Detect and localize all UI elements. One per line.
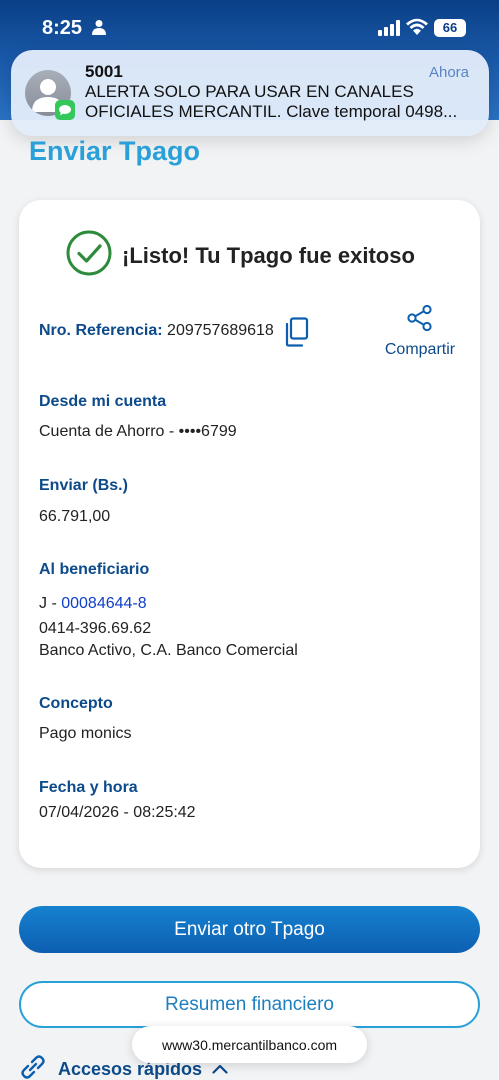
cellular-signal-icon xyxy=(378,20,400,41)
beneficiary-phone: 0414-396.69.62 xyxy=(39,620,152,637)
datetime-label: Fecha y hora xyxy=(39,779,138,796)
beneficiary-id-link[interactable]: 00084644-8 xyxy=(61,595,146,612)
beneficiary-label: Al beneficiario xyxy=(39,561,150,578)
browser-url-pill[interactable]: www30.mercantilbanco.com xyxy=(132,1026,367,1063)
success-message: ¡Listo! Tu Tpago fue exitoso xyxy=(122,242,415,268)
receipt-card: ¡Listo! Tu Tpago fue exitoso Nro. Refere… xyxy=(19,200,480,868)
messages-app-icon xyxy=(55,100,75,125)
success-banner: ¡Listo! Tu Tpago fue exitoso xyxy=(66,230,415,281)
concept-label: Concepto xyxy=(39,695,113,712)
wifi-icon xyxy=(406,18,428,41)
share-button[interactable]: Compartir xyxy=(381,304,459,359)
beneficiary-bank: Banco Activo, C.A. Banco Comercial xyxy=(39,642,298,659)
status-time: 8:25 xyxy=(42,17,83,39)
concept-value: Pago monics xyxy=(39,725,132,742)
datetime-value: 07/04/2026 - 08:25:42 xyxy=(39,804,196,821)
reference-number: 209757689618 xyxy=(167,322,274,339)
reference-label: Nro. Referencia: xyxy=(39,322,163,339)
reference-row: Nro. Referencia: 209757689618 xyxy=(39,322,274,340)
link-icon xyxy=(18,1052,48,1080)
beneficiary-id-row: J - 00084644-8 xyxy=(39,595,147,613)
notification-message: ALERTA SOLO PARA USAR EN CANALES OFICIAL… xyxy=(85,82,458,121)
checkmark-circle-icon xyxy=(66,230,112,281)
sms-notification-banner[interactable]: 5001 Ahora ALERTA SOLO PARA USAR EN CANA… xyxy=(11,50,489,136)
copy-icon[interactable] xyxy=(284,317,310,352)
notification-time: Ahora xyxy=(428,64,469,81)
from-account-label: Desde mi cuenta xyxy=(39,393,167,410)
person-icon xyxy=(92,19,106,40)
share-icon xyxy=(406,304,434,336)
send-another-tpago-button[interactable]: Enviar otro Tpago xyxy=(19,906,480,953)
amount-value: 66.791,00 xyxy=(39,508,111,525)
status-bar: 8:25 66 xyxy=(0,0,499,56)
from-account-value: Cuenta de Ahorro - ••••6799 xyxy=(39,423,237,440)
battery-icon: 66 xyxy=(434,19,466,37)
amount-label: Enviar (Bs.) xyxy=(39,477,128,494)
financial-summary-button[interactable]: Resumen financiero xyxy=(19,981,480,1028)
notification-sender: 5001 xyxy=(85,62,123,81)
page-title: Enviar Tpago xyxy=(29,136,201,166)
chevron-up-icon xyxy=(212,1061,228,1079)
share-label: Compartir xyxy=(384,341,456,358)
beneficiary-id-prefix: J - xyxy=(39,595,62,612)
